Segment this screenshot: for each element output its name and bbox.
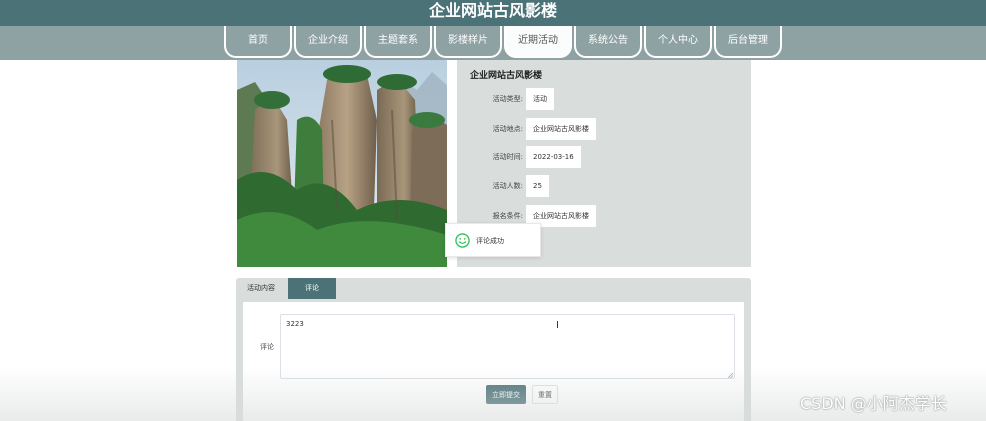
site-title: 企业网站古风影楼 <box>428 1 557 20</box>
toast-message: 评论成功 <box>476 237 504 245</box>
nav-item-theme-packages[interactable]: 主题套系 <box>364 26 432 58</box>
smile-icon <box>455 233 470 248</box>
activity-location-value: 企业网站古风影楼 <box>526 118 596 140</box>
nav-item-recent-activities[interactable]: 近期活动 <box>504 26 572 58</box>
tab-activity-content[interactable]: 活动内容 <box>236 278 286 299</box>
comment-textarea[interactable] <box>280 314 735 379</box>
nav-item-home[interactable]: 首页 <box>224 26 292 58</box>
info-row-time: 活动时间: 2022-03-16 <box>457 146 751 168</box>
activity-photo <box>237 60 447 267</box>
activity-type-value: 活动 <box>526 88 554 110</box>
nav-item-announcements[interactable]: 系统公告 <box>574 26 642 58</box>
comment-section: 活动内容 评论 评论 I 立即提交 重置 <box>236 278 751 421</box>
watermark: CSDN @小阿杰学长 <box>800 394 947 413</box>
info-row-location: 活动地点: 企业网站古风影楼 <box>457 118 751 140</box>
comment-form: 评论 I 立即提交 重置 <box>243 302 744 421</box>
activity-title: 企业网站古风影楼 <box>470 71 543 81</box>
nav-item-company-intro[interactable]: 企业介绍 <box>294 26 362 58</box>
nav-list: 首页 企业介绍 主题套系 影楼样片 近期活动 系统公告 个人中心 后台管理 <box>224 26 784 60</box>
info-row-type: 活动类型: 活动 <box>457 88 751 110</box>
activity-type-label: 活动类型: <box>492 95 523 103</box>
submit-button[interactable]: 立即提交 <box>486 385 526 404</box>
activity-location-label: 活动地点: <box>492 125 523 133</box>
activity-time-value: 2022-03-16 <box>526 146 581 168</box>
nav-item-admin[interactable]: 后台管理 <box>714 26 782 58</box>
reset-button[interactable]: 重置 <box>532 385 558 404</box>
resize-handle-icon[interactable] <box>728 373 733 378</box>
top-header: 企业网站古风影楼 <box>0 0 986 26</box>
text-cursor-icon: I <box>556 320 559 331</box>
info-row-participants: 活动人数: 25 <box>457 175 751 197</box>
success-toast: 评论成功 <box>445 223 541 257</box>
activity-participants-value: 25 <box>526 175 549 197</box>
activity-time-label: 活动时间: <box>492 153 523 161</box>
tab-comment[interactable]: 评论 <box>288 278 336 299</box>
main-nav: 首页 企业介绍 主题套系 影楼样片 近期活动 系统公告 个人中心 后台管理 <box>0 26 986 60</box>
mountain-landscape-image <box>237 60 447 267</box>
nav-item-personal-center[interactable]: 个人中心 <box>644 26 712 58</box>
nav-item-studio-samples[interactable]: 影楼样片 <box>434 26 502 58</box>
activity-participants-label: 活动人数: <box>492 182 523 190</box>
comment-label: 评论 <box>260 343 274 351</box>
